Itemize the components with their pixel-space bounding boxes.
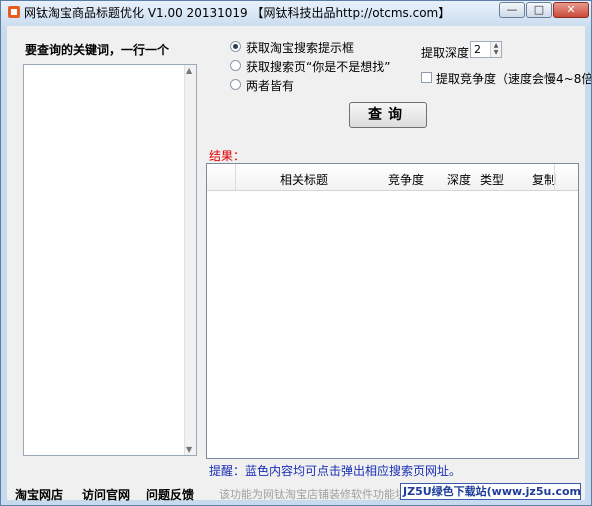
radio-label: 获取搜索页“你是不是想找” [246, 60, 391, 74]
column-header-type[interactable]: 类型 [480, 171, 504, 188]
keywords-textarea[interactable]: ▲ ▼ [23, 64, 197, 456]
watermark: JZ5U绿色下载站(www.jz5u.com) [400, 483, 581, 500]
link-taobao-shop[interactable]: 淘宝网店 [15, 486, 63, 503]
footer-note: 该功能为网钛淘宝店铺装修软件功能块之一 [219, 488, 403, 501]
window-title: 网钛淘宝商品标题优化 V1.00 20131019 【网钛科技出品http://… [24, 6, 451, 20]
column-header-copy[interactable]: 复制 [532, 171, 556, 188]
results-label: 结果： [209, 149, 246, 163]
competition-checkbox[interactable] [421, 72, 432, 83]
hint-text: 提醒：蓝色内容均可点击弹出相应搜索页网址。 [209, 464, 462, 478]
scroll-down-icon[interactable]: ▼ [186, 445, 192, 454]
close-button[interactable]: ✕ [553, 2, 589, 18]
app-window: 网钛淘宝商品标题优化 V1.00 20131019 【网钛科技出品http://… [0, 0, 592, 506]
competition-label: 提取竞争度（速度会慢4~8倍） [436, 72, 592, 86]
radio-button-suggest[interactable] [230, 41, 241, 52]
column-header-title[interactable]: 相关标题 [280, 171, 328, 188]
spin-buttons[interactable]: ▲ ▼ [490, 42, 501, 57]
radio-button-both[interactable] [230, 79, 241, 90]
depth-value: 2 [474, 43, 481, 56]
spin-up-icon[interactable]: ▲ [491, 42, 501, 49]
spin-down-icon[interactable]: ▼ [491, 49, 501, 56]
radio-label: 获取淘宝搜索提示框 [246, 41, 355, 55]
scroll-up-icon[interactable]: ▲ [186, 66, 192, 75]
query-button[interactable]: 查询 [349, 102, 427, 128]
radio-button-did-you-mean[interactable] [230, 60, 241, 71]
keywords-scrollbar[interactable]: ▲ ▼ [184, 65, 196, 455]
depth-stepper[interactable]: 2 ▲ ▼ [470, 41, 502, 58]
column-header-competition[interactable]: 竞争度 [388, 171, 424, 188]
column-separator [554, 164, 555, 190]
link-official-site[interactable]: 访问官网 [82, 486, 130, 503]
keywords-label: 要查询的关键词，一行一个 [25, 43, 170, 57]
radio-label: 两者皆有 [246, 79, 295, 93]
column-separator [235, 164, 236, 190]
maximize-button[interactable]: □ [526, 2, 552, 18]
column-header-depth[interactable]: 深度 [447, 171, 471, 188]
minimize-button[interactable]: — [499, 2, 525, 18]
table-header: 相关标题 竞争度 深度 类型 复制 [207, 164, 578, 191]
results-table[interactable]: 相关标题 竞争度 深度 类型 复制 [206, 163, 579, 459]
main-panel: 要查询的关键词，一行一个 ▲ ▼ 获取淘宝搜索提示框 获取搜索页“你是不是想找”… [7, 26, 591, 503]
link-feedback[interactable]: 问题反馈 [146, 486, 194, 503]
title-bar[interactable]: 网钛淘宝商品标题优化 V1.00 20131019 【网钛科技出品http://… [1, 1, 591, 23]
app-icon [8, 6, 20, 18]
